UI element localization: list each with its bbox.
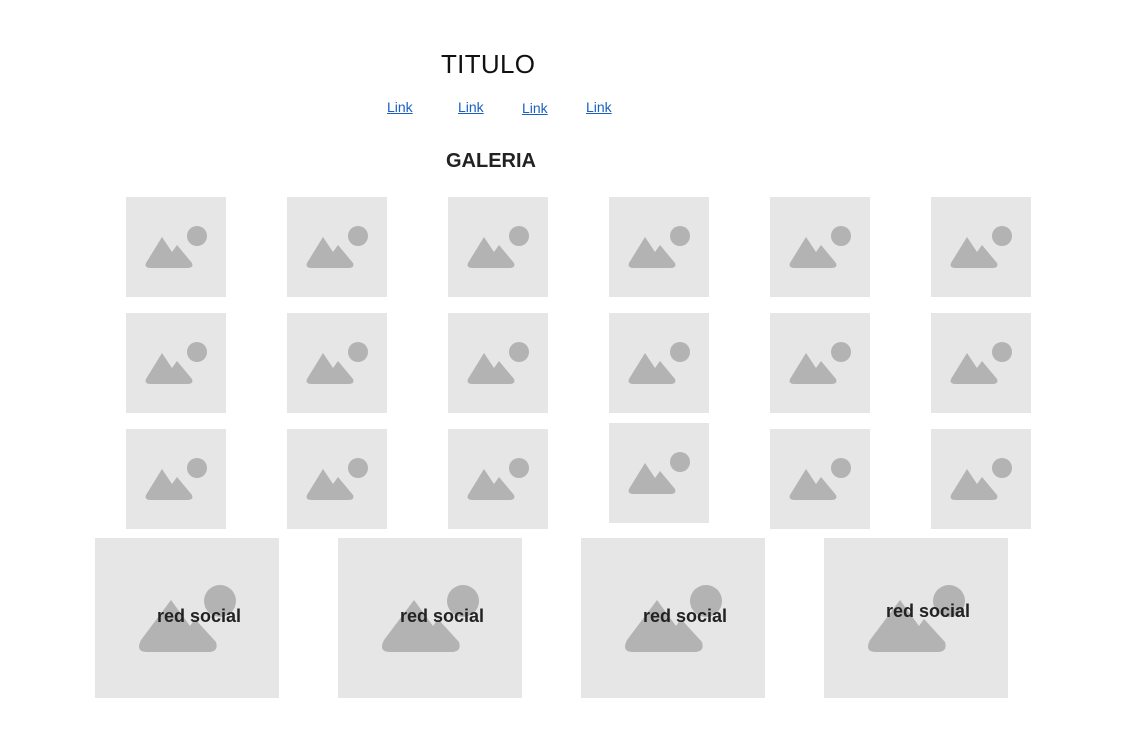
gallery-image-6[interactable] (931, 197, 1031, 297)
image-placeholder-icon (467, 342, 529, 384)
image-placeholder-icon (145, 458, 207, 500)
gallery-image-13[interactable] (126, 429, 226, 529)
gallery-image-18[interactable] (931, 429, 1031, 529)
image-placeholder-icon (467, 458, 529, 500)
image-placeholder-icon (628, 342, 690, 384)
social-label: red social (156, 606, 242, 626)
social-card-1[interactable]: red social (95, 538, 279, 698)
image-placeholder-icon (306, 342, 368, 384)
gallery-image-5[interactable] (770, 197, 870, 297)
image-placeholder-icon (950, 458, 1012, 500)
nav-link-4[interactable]: Link (586, 99, 612, 115)
gallery-image-9[interactable] (448, 313, 548, 413)
gallery-image-2[interactable] (287, 197, 387, 297)
nav-link-1[interactable]: Link (387, 99, 413, 115)
social-label: red social (885, 601, 971, 621)
image-placeholder-icon (467, 226, 529, 268)
gallery-image-15[interactable] (448, 429, 548, 529)
image-placeholder-icon (789, 342, 851, 384)
gallery-image-3[interactable] (448, 197, 548, 297)
gallery-image-7[interactable] (126, 313, 226, 413)
image-placeholder-icon (145, 342, 207, 384)
image-placeholder-icon (789, 226, 851, 268)
social-card-3[interactable]: red social (581, 538, 765, 698)
image-placeholder-icon (306, 458, 368, 500)
image-placeholder-icon (950, 342, 1012, 384)
image-placeholder-icon (950, 226, 1012, 268)
page-title: TITULO (441, 49, 536, 79)
image-placeholder-icon (628, 226, 690, 268)
gallery-image-17[interactable] (770, 429, 870, 529)
image-placeholder-icon (306, 226, 368, 268)
nav-link-2[interactable]: Link (458, 99, 484, 115)
gallery-image-16[interactable] (609, 423, 709, 523)
nav-link-3[interactable]: Link (522, 100, 548, 116)
social-card-2[interactable]: red social (338, 538, 522, 698)
social-label: red social (399, 606, 485, 626)
gallery-heading: GALERIA (446, 150, 536, 172)
gallery-image-8[interactable] (287, 313, 387, 413)
gallery-image-12[interactable] (931, 313, 1031, 413)
social-label: red social (642, 606, 728, 626)
gallery-image-11[interactable] (770, 313, 870, 413)
image-placeholder-icon (145, 226, 207, 268)
image-placeholder-icon (789, 458, 851, 500)
social-card-4[interactable]: red social (824, 538, 1008, 698)
gallery-image-4[interactable] (609, 197, 709, 297)
gallery-image-1[interactable] (126, 197, 226, 297)
gallery-image-14[interactable] (287, 429, 387, 529)
gallery-image-10[interactable] (609, 313, 709, 413)
image-placeholder-icon (628, 452, 690, 494)
